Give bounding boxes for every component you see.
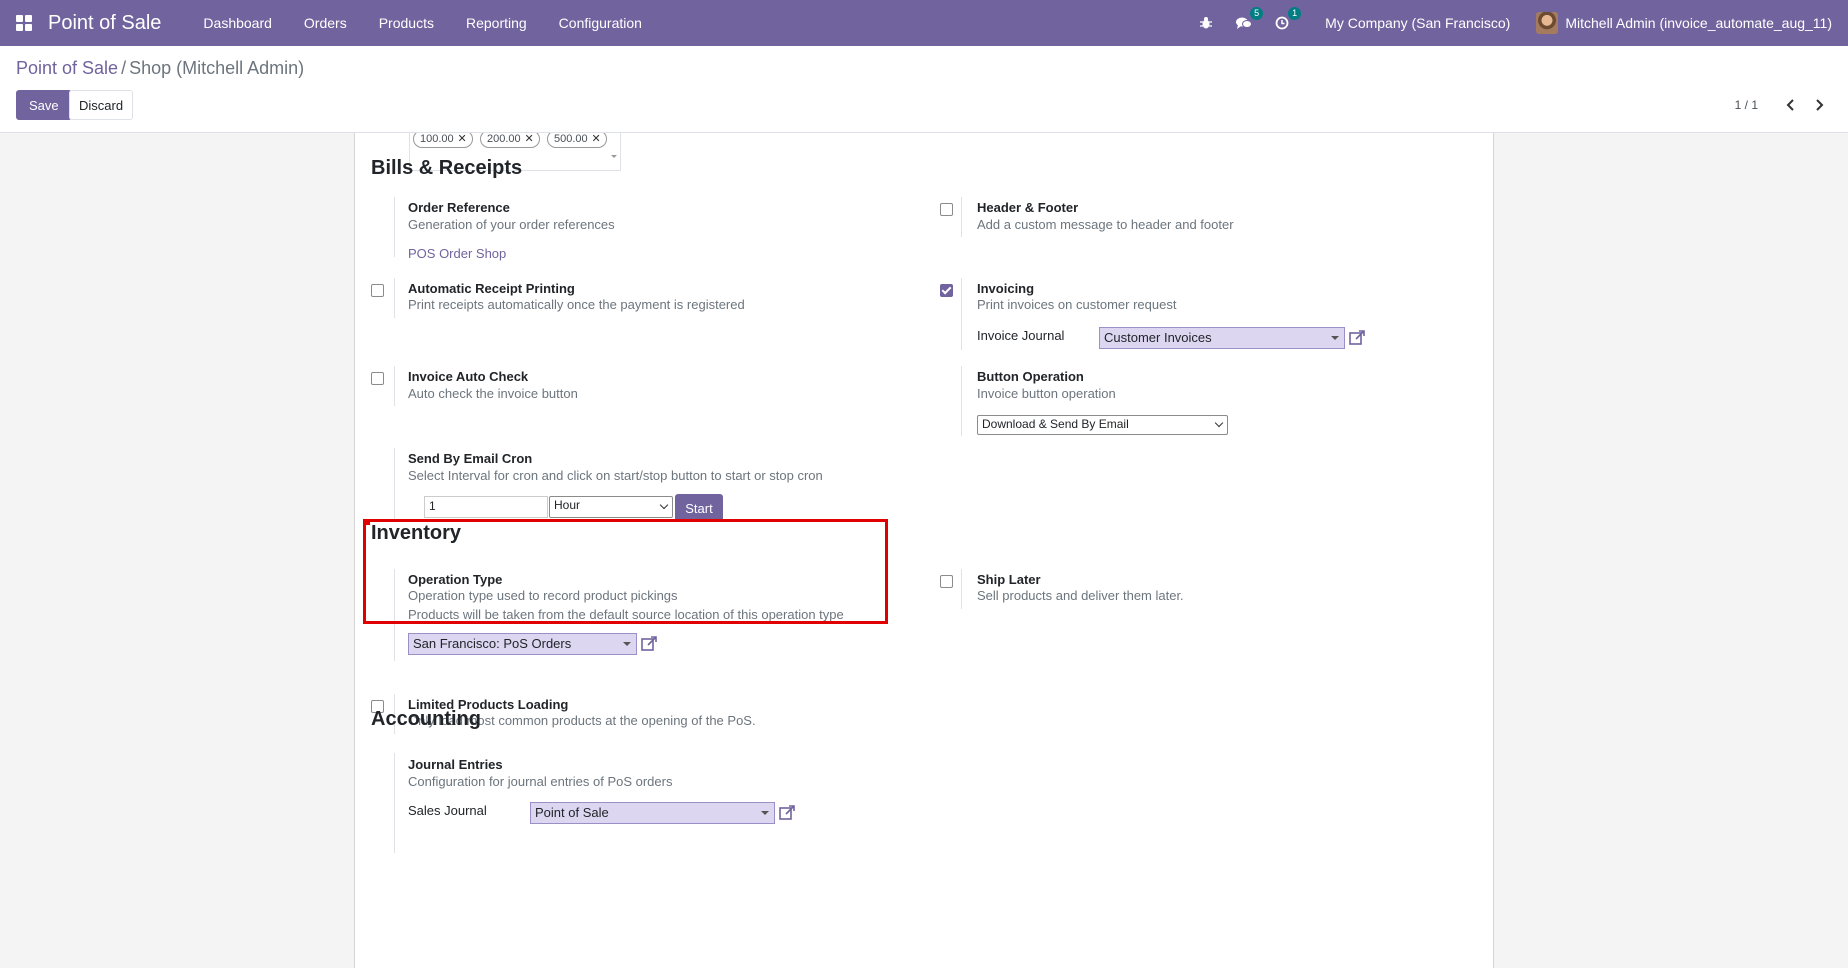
pager-previous-icon[interactable] bbox=[1782, 96, 1800, 114]
dropdown-caret-icon bbox=[611, 155, 617, 158]
dropdown-caret-icon bbox=[761, 811, 769, 815]
save-button[interactable]: Save bbox=[16, 90, 72, 120]
cron-start-button[interactable]: Start bbox=[675, 494, 723, 522]
invoice-auto-check-desc: Auto check the invoice button bbox=[408, 386, 578, 401]
invoicing-desc: Print invoices on customer request bbox=[977, 297, 1177, 312]
menu-reporting[interactable]: Reporting bbox=[466, 15, 527, 31]
sales-journal-select[interactable]: Point of Sale bbox=[530, 802, 775, 824]
activities-badge: 1 bbox=[1288, 7, 1302, 20]
section-title-bills-receipts: Bills & Receipts bbox=[371, 157, 523, 179]
activities-clock-icon[interactable]: 1 bbox=[1273, 7, 1302, 32]
remove-tag-icon[interactable]: ✕ bbox=[457, 133, 466, 147]
header-footer-title: Header & Footer bbox=[977, 200, 1079, 215]
auto-receipt-title: Automatic Receipt Printing bbox=[408, 281, 575, 296]
messages-badge: 5 bbox=[1250, 7, 1264, 20]
dropdown-caret-icon bbox=[623, 642, 631, 646]
tag-100: 100.00 ✕ bbox=[413, 133, 473, 148]
sales-journal-value: Point of Sale bbox=[535, 805, 609, 820]
breadcrumb-root[interactable]: Point of Sale bbox=[16, 58, 118, 78]
invoicing-title: Invoicing bbox=[977, 281, 1035, 296]
discard-button[interactable]: Discard bbox=[69, 90, 134, 120]
auto-receipt-checkbox[interactable] bbox=[371, 284, 384, 297]
button-operation-select[interactable]: Download & Send By Email bbox=[977, 415, 1228, 435]
button-operation-value: Download & Send By Email bbox=[982, 417, 1129, 431]
app-title[interactable]: Point of Sale bbox=[48, 12, 161, 35]
invoice-auto-check-checkbox[interactable] bbox=[371, 372, 384, 385]
menu-products[interactable]: Products bbox=[379, 15, 434, 31]
control-panel: Point of Sale / Shop (Mitchell Admin) Save… bbox=[0, 46, 1848, 133]
top-navbar: Point of Sale Dashboard Orders Products … bbox=[0, 0, 1848, 46]
header-footer-desc: Add a custom message to header and foote… bbox=[977, 217, 1234, 232]
external-link-icon[interactable] bbox=[778, 804, 796, 822]
chevron-down-icon bbox=[659, 500, 669, 510]
header-footer-checkbox[interactable] bbox=[940, 203, 953, 216]
operation-type-value: San Francisco: PoS Orders bbox=[413, 636, 572, 651]
external-link-icon[interactable] bbox=[1348, 329, 1366, 347]
ship-later-title: Ship Later bbox=[977, 572, 1041, 587]
tag-200: 200.00 ✕ bbox=[480, 133, 540, 148]
invoicing-checkbox[interactable] bbox=[940, 284, 953, 297]
tag-500: 500.00 ✕ bbox=[547, 133, 607, 148]
cron-interval-input[interactable]: 1 bbox=[424, 496, 548, 518]
pager-next-icon[interactable] bbox=[1810, 96, 1828, 114]
journal-entries-title: Journal Entries bbox=[408, 757, 503, 772]
company-switcher[interactable]: My Company (San Francisco) bbox=[1325, 15, 1510, 31]
bug-icon[interactable] bbox=[1197, 14, 1215, 32]
section-title-accounting: Accounting bbox=[371, 708, 481, 730]
breadcrumb-current: Shop (Mitchell Admin) bbox=[129, 58, 305, 78]
invoice-journal-label: Invoice Journal bbox=[977, 328, 1065, 343]
operation-type-select[interactable]: San Francisco: PoS Orders bbox=[408, 633, 637, 655]
menu-configuration[interactable]: Configuration bbox=[559, 15, 642, 31]
tag-label: 200.00 bbox=[487, 133, 521, 145]
journal-entries-desc: Configuration for journal entries of PoS… bbox=[408, 774, 673, 789]
cron-interval-unit-value: Hour bbox=[554, 498, 581, 512]
order-reference-desc: Generation of your order references bbox=[408, 217, 615, 232]
auto-receipt-desc: Print receipts automatically once the pa… bbox=[408, 297, 745, 312]
messages-icon[interactable]: 5 bbox=[1235, 7, 1264, 32]
apps-menu-icon[interactable] bbox=[16, 15, 32, 31]
invoice-journal-select[interactable]: Customer Invoices bbox=[1099, 327, 1345, 349]
ship-later-checkbox[interactable] bbox=[940, 575, 953, 588]
chevron-down-icon bbox=[1214, 418, 1224, 428]
send-email-cron-title: Send By Email Cron bbox=[408, 451, 533, 466]
form-view: 100.00 ✕ 200.00 ✕ 500.00 ✕ Bills & Receipts… bbox=[0, 133, 1848, 968]
remove-tag-icon[interactable]: ✕ bbox=[591, 133, 600, 147]
user-menu[interactable]: Mitchell Admin (invoice_automate_aug_11) bbox=[1536, 12, 1832, 34]
order-sequence-link[interactable]: POS Order Shop bbox=[408, 246, 506, 261]
tag-label: 100.00 bbox=[420, 133, 454, 145]
avatar bbox=[1536, 12, 1559, 34]
button-operation-title: Button Operation bbox=[977, 369, 1084, 384]
dropdown-caret-icon bbox=[1331, 336, 1339, 340]
menu-orders[interactable]: Orders bbox=[304, 15, 347, 31]
invoice-auto-check-title: Invoice Auto Check bbox=[408, 369, 529, 384]
invoice-journal-value: Customer Invoices bbox=[1104, 330, 1212, 345]
send-email-cron-desc: Select Interval for cron and click on st… bbox=[408, 468, 823, 483]
ship-later-desc: Sell products and deliver them later. bbox=[977, 588, 1184, 603]
remove-tag-icon[interactable]: ✕ bbox=[524, 133, 533, 147]
highlight-box bbox=[363, 519, 888, 624]
tag-label: 500.00 bbox=[554, 133, 588, 145]
menu-dashboard[interactable]: Dashboard bbox=[203, 15, 272, 31]
order-reference-title: Order Reference bbox=[408, 200, 510, 215]
pager-value[interactable]: 1 / 1 bbox=[1735, 98, 1758, 112]
cron-interval-unit-select[interactable]: Hour bbox=[549, 496, 673, 518]
button-operation-desc: Invoice button operation bbox=[977, 386, 1116, 401]
breadcrumb-separator: / bbox=[121, 58, 127, 78]
sales-journal-label: Sales Journal bbox=[408, 803, 487, 818]
breadcrumb: Point of Sale / Shop (Mitchell Admin) bbox=[16, 58, 304, 79]
user-name: Mitchell Admin (invoice_automate_aug_11) bbox=[1565, 15, 1832, 31]
external-link-icon[interactable] bbox=[640, 635, 658, 653]
